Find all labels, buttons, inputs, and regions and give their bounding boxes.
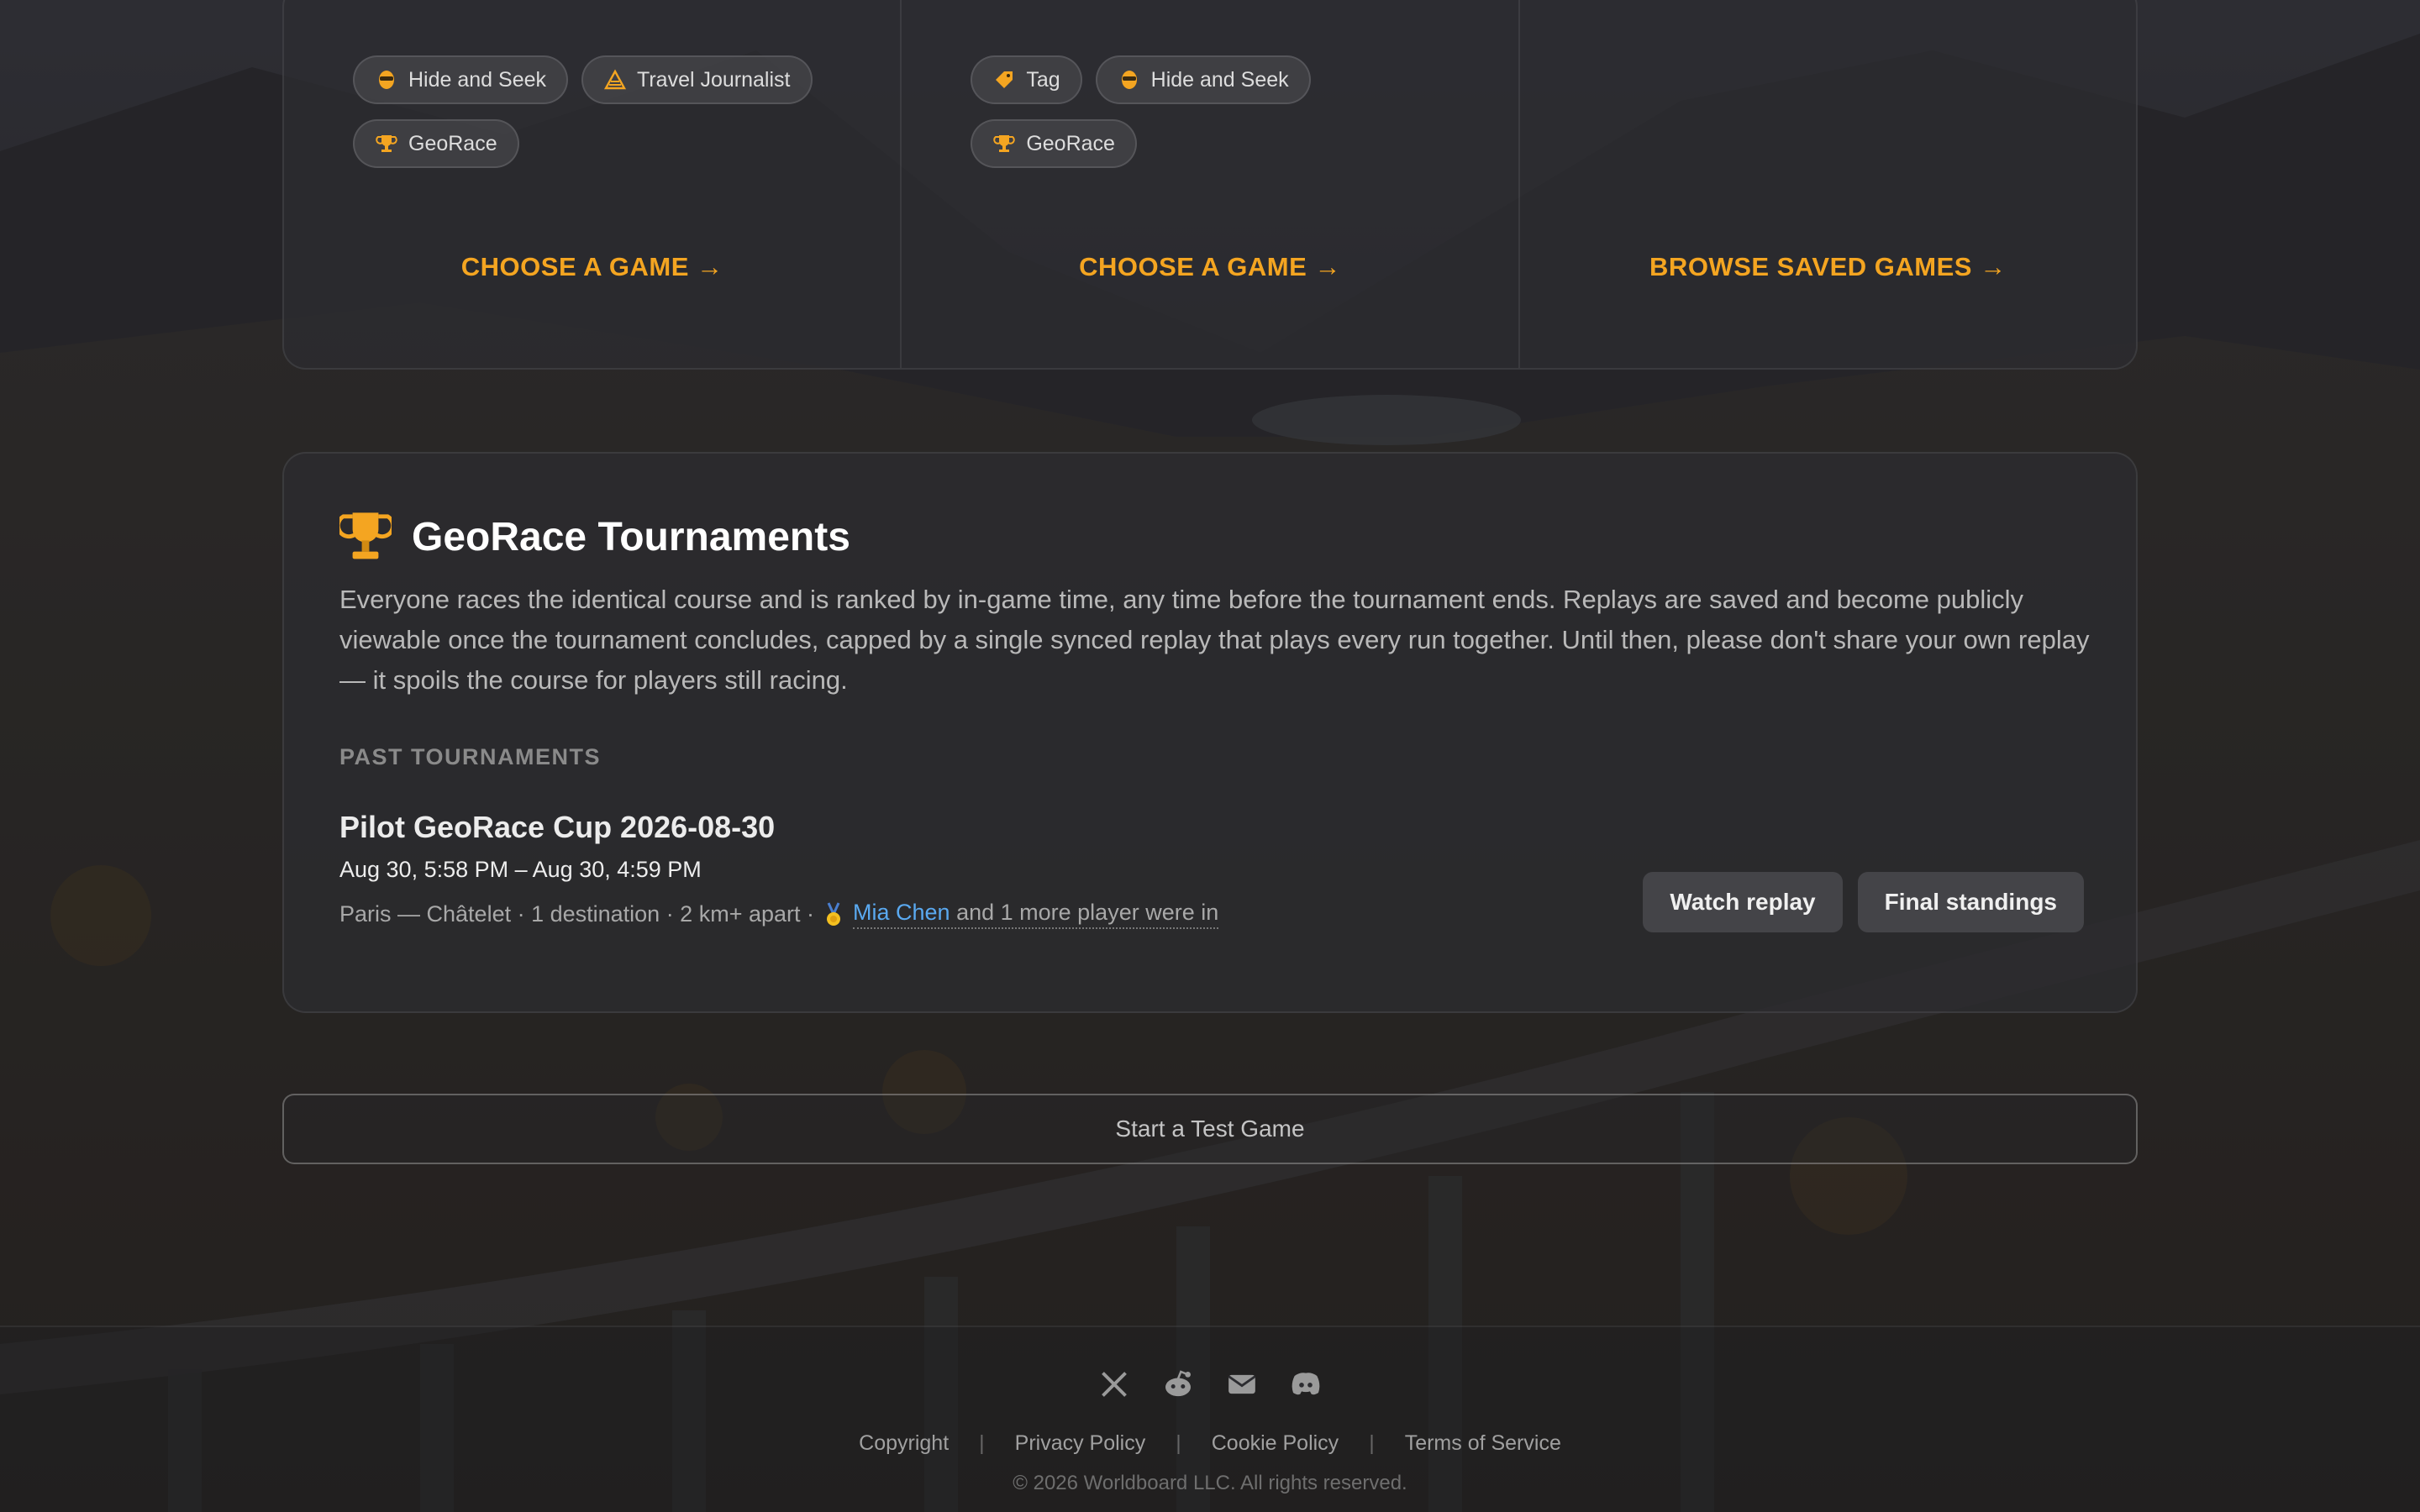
cookie-policy-link[interactable]: Cookie Policy <box>1212 1431 1339 1456</box>
chip-hide-and-seek: Hide and Seek <box>353 55 569 104</box>
choose-game-link[interactable]: CHOOSE A GAME → <box>902 252 1518 282</box>
reddit-icon[interactable] <box>1161 1368 1195 1401</box>
browse-saved-games-link[interactable]: BROWSE SAVED GAMES → <box>1520 252 2136 282</box>
tournaments-section: GeoRace Tournaments Everyone races the i… <box>282 452 2138 1013</box>
x-icon[interactable] <box>1097 1368 1131 1401</box>
tournament-name: Pilot GeoRace Cup 2026-08-30 <box>339 810 776 844</box>
winner-summary[interactable]: Mia Chen and 1 more player were in <box>853 900 1219 929</box>
past-tournaments-label: PAST TOURNAMENTS <box>339 744 602 769</box>
mode-card-solo: Hide and Seek Travel Journalist GeoRace … <box>284 0 900 368</box>
terms-of-service-link[interactable]: Terms of Service <box>1405 1431 1561 1456</box>
mode-card-group: Tag Hide and Seek GeoRace CHOOSE A GAME … <box>900 0 1518 368</box>
link-separator: | <box>979 1431 985 1455</box>
gold-medal-icon <box>827 901 840 926</box>
chip-label: GeoRace <box>1026 131 1115 155</box>
chip-label: Tag <box>1026 67 1060 92</box>
mode-chips: Hide and Seek Travel Journalist GeoRace <box>353 55 857 168</box>
social-links <box>0 1368 2420 1401</box>
tournament-details: Paris — Châtelet · 1 destination · 2 km+… <box>339 901 814 927</box>
link-separator: | <box>1369 1431 1375 1455</box>
trophy-icon <box>339 512 392 559</box>
final-standings-button[interactable]: Final standings <box>1857 872 2084 932</box>
chip-tag: Tag <box>971 55 1082 104</box>
copyright-link[interactable]: Copyright <box>859 1431 949 1456</box>
privacy-policy-link[interactable]: Privacy Policy <box>1015 1431 1146 1456</box>
choose-game-link[interactable]: CHOOSE A GAME → <box>284 252 900 282</box>
mode-chips: Tag Hide and Seek GeoRace <box>971 55 1475 168</box>
mask-icon <box>1121 71 1137 89</box>
footer: Copyright | Privacy Policy | Cookie Poli… <box>0 1326 2420 1512</box>
chip-label: Hide and Seek <box>408 67 547 92</box>
trophy-icon <box>376 135 397 152</box>
link-separator: | <box>1176 1431 1181 1455</box>
mask-icon <box>379 71 394 89</box>
tag-icon <box>996 71 1013 88</box>
chip-georace: GeoRace <box>353 119 519 168</box>
tournaments-header: GeoRace Tournaments <box>339 509 850 564</box>
tournaments-title: GeoRace Tournaments <box>412 514 850 559</box>
chip-label: Hide and Seek <box>1150 67 1289 92</box>
mode-card-saved: BROWSE SAVED GAMES → <box>1518 0 2136 368</box>
start-test-game-button[interactable]: Start a Test Game <box>282 1094 2138 1164</box>
mail-icon[interactable] <box>1225 1368 1259 1401</box>
game-modes-panel: Hide and Seek Travel Journalist GeoRace … <box>282 0 2138 370</box>
chip-label: Travel Journalist <box>637 67 791 92</box>
footer-links: Copyright | Privacy Policy | Cookie Poli… <box>0 1431 2420 1456</box>
tournaments-description: Everyone races the identical course and … <box>339 585 2090 695</box>
winner-more: and 1 more player were in <box>956 900 1219 925</box>
winner-link[interactable]: Mia Chen <box>853 900 950 925</box>
tournament-entry: Pilot GeoRace Cup 2026-08-30 Aug 30, 5:5… <box>339 810 2084 978</box>
chip-georace: GeoRace <box>971 119 1137 168</box>
discord-icon[interactable] <box>1289 1368 1323 1401</box>
chip-hide-and-seek: Hide and Seek <box>1095 55 1311 104</box>
trophy-icon <box>993 135 1016 152</box>
chip-label: GeoRace <box>408 131 497 155</box>
tournament-actions: Watch replay Final standings <box>1643 872 2084 932</box>
watch-replay-button[interactable]: Watch replay <box>1643 872 1843 932</box>
chip-travel-journalist: Travel Journalist <box>581 55 813 104</box>
tent-icon <box>603 69 627 90</box>
copyright-text: © 2026 Worldboard LLC. All rights reserv… <box>1013 1472 1407 1494</box>
